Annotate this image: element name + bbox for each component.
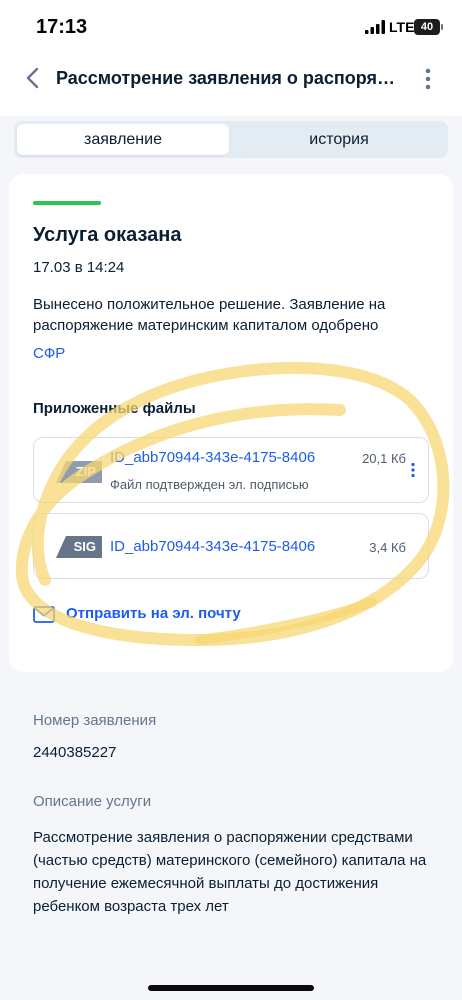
envelope-icon [33,606,55,623]
page-title: Рассмотрение заявления о распоряжении [56,68,406,88]
network-label: LTE [389,19,415,35]
service-description-value: Рассмотрение заявления о распоряжении ср… [33,829,427,915]
vertical-dots-icon[interactable] [409,462,417,478]
status-indicator-bar [33,201,101,205]
file-size: 20,1 Кб [362,451,406,466]
application-number-value: 2440385227 [33,744,117,761]
file-name[interactable]: ID_abb70944-343e-4175-8406 [110,449,352,466]
file-item-zip[interactable]: ZIP ID_abb70944-343e-4175-8406 20,1 Кб Ф… [33,437,429,503]
status-description: Вынесено положительное решение. Заявлени… [33,296,386,334]
zip-file-icon: ZIP [56,461,102,483]
service-description-label: Описание услуги [33,793,152,810]
file-size: 3,4 Кб [369,540,406,555]
page-header: Рассмотрение заявления о распоряжении [0,54,462,116]
home-indicator [148,985,314,991]
status-card: Услуга оказана 17.03 в 14:24 Вынесено по… [9,174,453,672]
tab-history[interactable]: история [233,124,445,155]
file-name[interactable]: ID_abb70944-343e-4175-8406 [110,538,352,555]
file-item-sig[interactable]: SIG ID_abb70944-343e-4175-8406 3,4 Кб [33,513,429,579]
vertical-dots-icon[interactable] [418,66,438,92]
chevron-left-icon[interactable] [22,64,46,92]
attached-files-heading: Приложенные файлы [33,400,196,417]
tab-application[interactable]: заявление [17,124,229,155]
signal-icon [365,20,385,34]
application-number-label: Номер заявления [33,712,157,729]
status-date: 17.03 в 14:24 [33,259,125,276]
status-time: 17:13 [36,16,88,38]
battery-icon: 40 [414,19,440,35]
battery-tip [441,24,443,30]
send-email-label: Отправить на эл. почту [66,605,241,622]
status-title: Услуга оказана [33,224,182,246]
file-signature-note: Файл подтвержден эл. подписью [110,477,309,492]
segmented-tabs: заявление история [14,121,448,158]
organization-link[interactable]: СФР [33,345,65,362]
status-bar: 17:13 LTE 40 [0,0,462,54]
sig-file-icon: SIG [56,536,102,558]
